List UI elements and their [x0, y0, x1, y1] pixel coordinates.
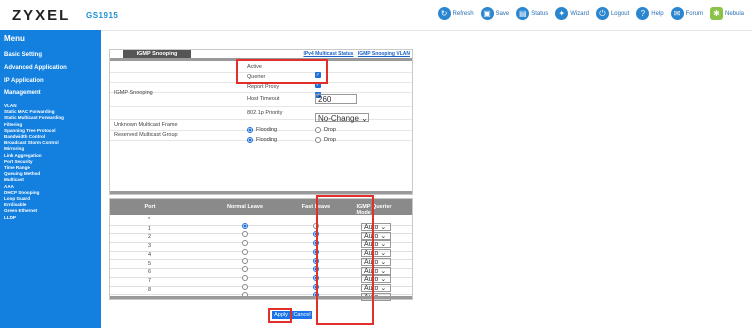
tab-igmp-snooping[interactable]: IGMP Snooping: [123, 50, 191, 58]
port-cell: *: [148, 217, 151, 223]
priority-row: 802.1p Priority No-Change ⌄: [110, 107, 412, 123]
sidebar-item-static-multicast-forwarding[interactable]: Static Multicast Forwarding: [4, 115, 64, 121]
save-button[interactable]: ▣ Save: [480, 7, 509, 20]
table-row: 8Auto ⌄: [110, 286, 412, 301]
sidebar-section-ip-application[interactable]: IP Application: [4, 78, 44, 84]
port-leave-table: Port Normal Leave Fast Leave IGMP Querie…: [109, 198, 413, 301]
status-button[interactable]: ▤ Status: [516, 7, 548, 20]
port-cell: 7: [148, 277, 152, 284]
logout-icon: ⏻: [595, 7, 609, 20]
port-cell: 8: [148, 286, 152, 293]
reserved-multicast-row: Reserved Multicast Group Flooding Drop: [110, 130, 412, 143]
forum-button[interactable]: ✉ Forum: [670, 7, 703, 20]
apply-button[interactable]: Apply: [272, 311, 290, 319]
wizard-icon: ✦: [555, 7, 569, 20]
status-icon: ▤: [516, 7, 530, 20]
col-port: Port: [144, 204, 156, 210]
igmp-settings-panel: IGMP Snooping IPv4 Multicast Status IGMP…: [109, 49, 413, 195]
refresh-button[interactable]: ↻ Refresh: [437, 7, 474, 20]
sidebar-submenu: VLAN Static MAC Forwarding Static Multic…: [4, 103, 64, 221]
menu-title: Menu: [4, 34, 25, 43]
reserved-drop-radio[interactable]: [315, 136, 321, 143]
col-normal-leave: Normal Leave: [226, 204, 264, 210]
refresh-icon: ↻: [437, 7, 451, 20]
port-cell: 1: [148, 225, 152, 232]
top-nav: ↻ Refresh ▣ Save ▤ Status ✦ Wizard ⏻ Logout ?…: [437, 7, 744, 20]
main-content: IGMP Snooping IPv4 Multicast Status IGMP…: [101, 30, 752, 328]
sidebar: Menu Basic Setting Advanced Application …: [0, 30, 101, 328]
sidebar-section-management[interactable]: Management: [4, 90, 41, 96]
model-name: GS1915: [86, 11, 119, 20]
col-igmp-querier-mode: IGMP Querier Mode: [356, 204, 392, 216]
table-header: Port Normal Leave Fast Leave IGMP Querie…: [110, 199, 412, 216]
col-fast-leave: Fast Leave: [301, 204, 331, 210]
brand-logo: ZYXEL: [12, 7, 71, 24]
port-cell: 5: [148, 260, 152, 267]
sidebar-section-advanced-application[interactable]: Advanced Application: [4, 65, 67, 71]
save-icon: ▣: [480, 7, 494, 20]
reserved-flooding-radio[interactable]: [247, 136, 253, 143]
forum-icon: ✉: [670, 7, 684, 20]
cancel-button[interactable]: Cancel: [292, 311, 312, 319]
port-cell: 3: [148, 243, 152, 250]
nebula-icon: ✱: [709, 7, 723, 20]
link-igmp-snooping-vlan[interactable]: IGMP Snooping VLAN: [358, 51, 410, 57]
top-header: ZYXEL GS1915 ↻ Refresh ▣ Save ▤ Status ✦ Wiz…: [0, 0, 752, 31]
sidebar-section-basic-setting[interactable]: Basic Setting: [4, 52, 42, 58]
host-timeout-input[interactable]: 260: [315, 94, 357, 104]
wizard-button[interactable]: ✦ Wizard: [555, 7, 589, 20]
port-cell: 2: [148, 234, 152, 241]
help-button[interactable]: ? Help: [636, 7, 664, 20]
help-icon: ?: [636, 7, 650, 20]
sidebar-item-lldp[interactable]: LLDP: [4, 215, 64, 221]
logout-button[interactable]: ⏻ Logout: [595, 7, 629, 20]
port-cell: 6: [148, 269, 152, 276]
host-timeout-row: Host Timeout 260: [110, 92, 412, 107]
nebula-button[interactable]: ✱ Nebula: [709, 7, 744, 20]
link-ipv4-multicast-status[interactable]: IPv4 Multicast Status: [303, 51, 353, 57]
port-cell: 4: [148, 251, 152, 258]
